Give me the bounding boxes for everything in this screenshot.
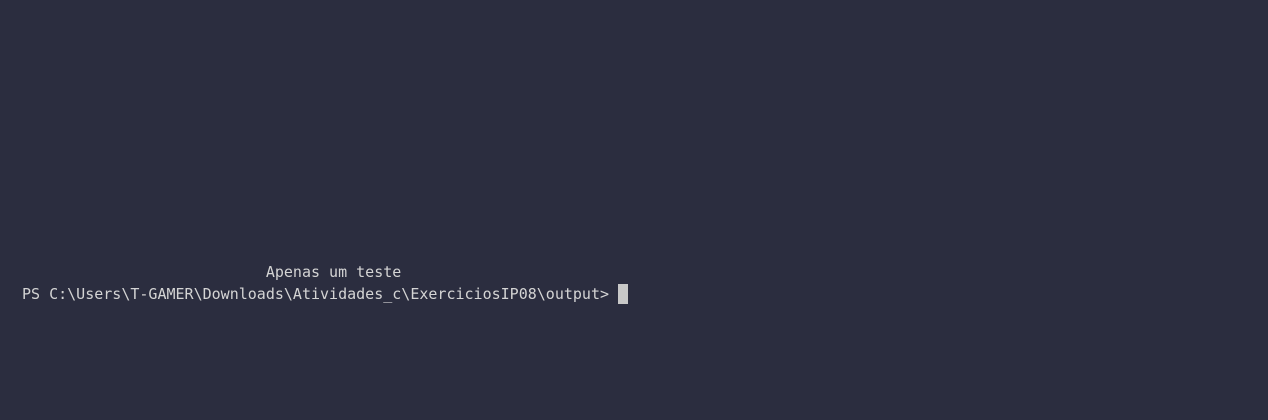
program-output-line: Apenas um teste bbox=[22, 263, 402, 281]
prompt-path: PS C:\Users\T-GAMER\Downloads\Atividades… bbox=[22, 285, 609, 303]
command-prompt-line[interactable]: PS C:\Users\T-GAMER\Downloads\Atividades… bbox=[22, 283, 628, 305]
terminal-panel[interactable]: Apenas um teste PS C:\Users\T-GAMER\Down… bbox=[0, 0, 1268, 420]
text-cursor bbox=[618, 284, 628, 304]
